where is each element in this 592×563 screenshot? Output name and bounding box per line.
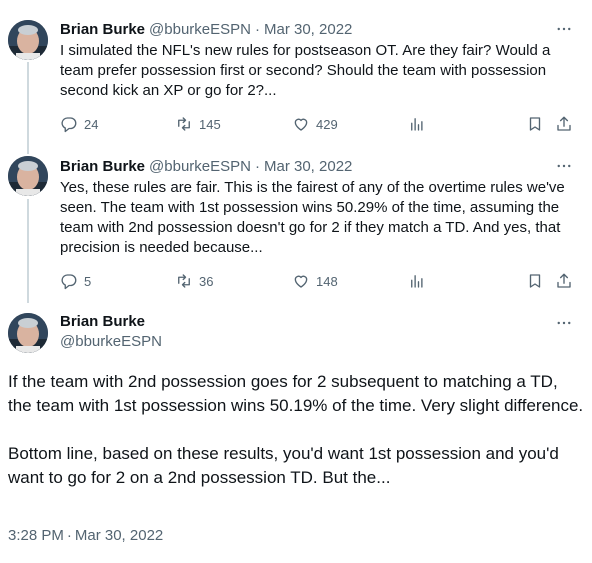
more-button[interactable] [554, 313, 574, 333]
tweet-date: Mar 30, 2022 [74, 527, 164, 544]
tweet-text: If the team with 2nd possession goes for… [8, 372, 584, 487]
tweet-actions: 5 36 148 [60, 271, 580, 291]
author-name[interactable]: Brian Burke [60, 313, 145, 330]
more-horizontal-icon [557, 164, 571, 168]
retweet-icon [178, 274, 190, 288]
tweet-timestamp[interactable]: 3:28 PM · Mar 30, 2022 [8, 527, 163, 544]
tweet-time: 3:28 PM [8, 527, 64, 544]
bookmark-icon [529, 117, 541, 131]
reply-button[interactable]: 24 [60, 114, 98, 134]
share-icon [557, 116, 571, 131]
share-button[interactable] [555, 114, 573, 134]
thread-connector-line [27, 62, 29, 154]
analytics-icon [411, 275, 423, 288]
more-button[interactable] [554, 19, 574, 39]
share-button[interactable] [555, 271, 573, 291]
thread-connector-line [27, 199, 29, 303]
separator: · [254, 20, 260, 38]
author-handle[interactable]: @bburkeESPN [149, 21, 251, 38]
author-handle[interactable]: @bburkeESPN [60, 333, 162, 350]
reply-icon [61, 274, 77, 290]
tweet-actions: 24 145 429 [60, 114, 580, 134]
separator: · [254, 157, 260, 175]
author-name[interactable]: Brian Burke [60, 21, 145, 38]
tweet-text: I simulated the NFL's new rules for post… [60, 42, 555, 99]
tweet-header: Brian Burke @bburkeESPN · Mar 30, 2022 [60, 156, 352, 176]
retweet-icon [178, 117, 190, 131]
profile-photo [8, 20, 48, 60]
reply-icon [61, 117, 77, 133]
retweet-button[interactable]: 145 [175, 114, 221, 134]
share-icon [557, 273, 571, 288]
reply-count: 24 [84, 116, 99, 132]
bookmark-button[interactable] [526, 271, 544, 291]
avatar[interactable] [8, 156, 48, 196]
tweet-text: Yes, these rules are fair. This is the f… [60, 179, 569, 256]
views-button[interactable] [408, 271, 426, 291]
views-button[interactable] [408, 114, 426, 134]
reply-button[interactable]: 5 [60, 271, 91, 291]
reply-count: 5 [84, 273, 92, 289]
separator: · [66, 527, 72, 544]
heart-icon [294, 275, 308, 288]
like-button[interactable]: 429 [292, 114, 338, 134]
heart-icon [294, 118, 308, 131]
tweet-header: Brian Burke @bburkeESPN · Mar 30, 2022 [60, 19, 352, 39]
avatar[interactable] [8, 313, 48, 353]
like-count: 148 [316, 273, 338, 289]
author-handle[interactable]: @bburkeESPN [149, 158, 251, 175]
more-button[interactable] [554, 156, 574, 176]
more-horizontal-icon [557, 27, 571, 31]
avatar[interactable] [8, 20, 48, 60]
like-count: 429 [316, 116, 338, 132]
retweet-button[interactable]: 36 [175, 271, 213, 291]
retweet-count: 36 [199, 273, 214, 289]
like-button[interactable]: 148 [292, 271, 338, 291]
profile-photo [8, 156, 48, 196]
profile-photo [8, 313, 48, 353]
tweet-thread: Brian Burke @bburkeESPN · Mar 30, 2022 I… [0, 0, 592, 563]
bookmark-icon [529, 274, 541, 288]
tweet-date[interactable]: Mar 30, 2022 [264, 158, 352, 175]
retweet-count: 145 [199, 116, 221, 132]
more-horizontal-icon [557, 321, 571, 325]
analytics-icon [411, 118, 423, 131]
tweet-date[interactable]: Mar 30, 2022 [264, 21, 352, 38]
author-name[interactable]: Brian Burke [60, 158, 145, 175]
bookmark-button[interactable] [526, 114, 544, 134]
